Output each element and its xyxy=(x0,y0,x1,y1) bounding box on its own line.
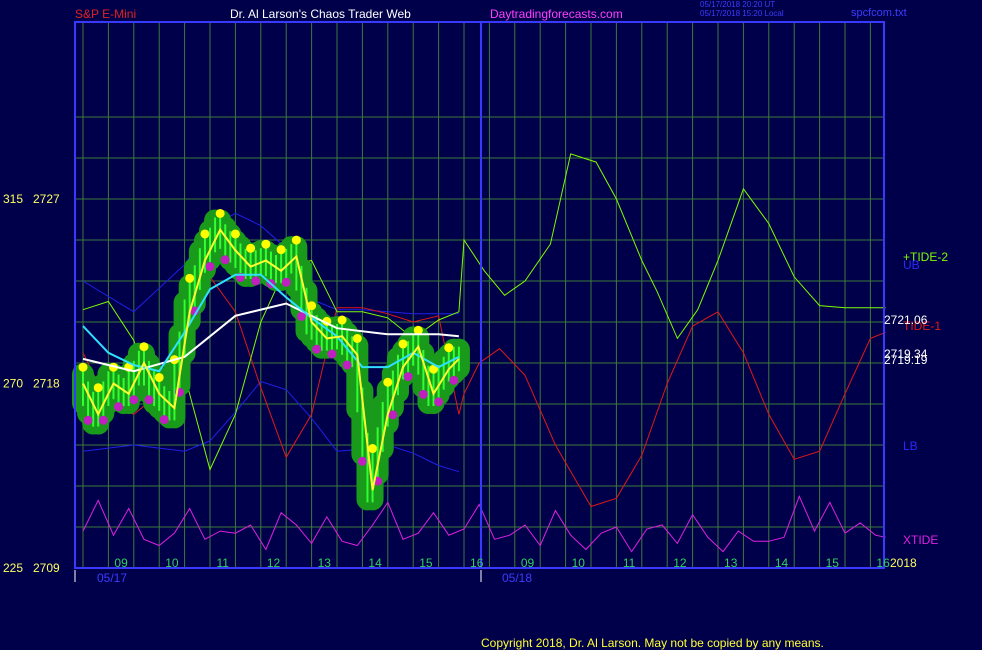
price-bars xyxy=(72,208,470,511)
timestamp-local: 05/17/2018 15:20 Local xyxy=(700,9,784,18)
x-tick-label: 13 xyxy=(318,556,332,570)
y-axis-ticks: 315 2727 270 2718 225 2709 xyxy=(3,192,60,575)
low-marker xyxy=(281,277,291,287)
low-marker xyxy=(144,395,154,405)
y-tick-left-label: 270 xyxy=(3,377,23,391)
low-marker xyxy=(449,375,459,385)
high-marker xyxy=(444,343,454,353)
low-marker xyxy=(418,389,428,399)
high-marker xyxy=(154,372,164,382)
high-marker xyxy=(78,362,88,372)
high-marker xyxy=(398,339,408,349)
x-tick-label: 11 xyxy=(623,556,636,570)
page-title: Dr. Al Larson's Chaos Trader Web xyxy=(230,7,411,21)
x-tick-label: 10 xyxy=(165,556,179,570)
x-tick-label: 16 xyxy=(470,556,484,570)
low-marker xyxy=(98,415,108,425)
low-marker xyxy=(205,262,215,272)
x-tick-label: 10 xyxy=(572,556,586,570)
x-tick-label: 14 xyxy=(368,556,382,570)
symbol-title: S&P E-Mini xyxy=(75,7,137,21)
value-label-1: 2721.06 xyxy=(884,313,928,327)
y-tick-left-label: 225 xyxy=(3,561,23,575)
filename: spcfcom.txt xyxy=(851,7,907,19)
low-marker xyxy=(159,415,169,425)
high-marker xyxy=(215,208,225,218)
series-lines xyxy=(82,153,886,553)
low-marker xyxy=(388,410,398,420)
x-tick-label: 09 xyxy=(114,556,128,570)
x-tick-label: 14 xyxy=(775,556,789,570)
high-marker xyxy=(291,235,301,245)
x-tick-label: 15 xyxy=(419,556,433,570)
low-marker xyxy=(342,360,352,370)
high-marker xyxy=(337,315,347,325)
lb-label: LB xyxy=(903,439,918,453)
ub-label: UB xyxy=(903,258,920,272)
series-tide1 xyxy=(82,275,886,508)
timestamp-utc: 05/17/2018 20:20 UT xyxy=(700,0,776,9)
high-marker xyxy=(368,444,378,454)
chart: 315 2727 270 2718 225 2709 09 10 11 12 13 14 15 16 09… xyxy=(3,21,890,582)
high-marker xyxy=(261,239,271,249)
high-marker xyxy=(230,229,240,239)
copyright: Copyright 2018, Dr. Al Larson. May not b… xyxy=(481,636,824,650)
year-label: 2018 xyxy=(890,556,917,570)
low-marker xyxy=(434,397,444,407)
y-tick-right-label: 2727 xyxy=(33,192,60,206)
low-marker xyxy=(220,255,230,265)
x-tick-label: 13 xyxy=(724,556,738,570)
low-marker xyxy=(251,276,261,286)
value-label-3: 2719.19 xyxy=(884,353,928,367)
series-xtide xyxy=(82,494,886,553)
x-tick-label: 11 xyxy=(216,556,229,570)
high-marker xyxy=(276,245,286,255)
x-tick-label: 16 xyxy=(876,556,890,570)
x-tick-label: 12 xyxy=(267,556,281,570)
date-label-day1: 05/17 xyxy=(97,571,128,585)
high-marker xyxy=(200,229,210,239)
high-marker xyxy=(352,334,362,343)
high-marker xyxy=(139,342,149,352)
y-tick-right-label: 2709 xyxy=(33,561,60,575)
series-tide2 xyxy=(82,153,886,472)
x-tick-label: 09 xyxy=(521,556,535,570)
date-label-day2: 05/18 xyxy=(502,571,533,585)
high-marker xyxy=(246,243,256,253)
low-marker xyxy=(312,344,322,354)
xtide-label: XTIDE xyxy=(903,533,939,547)
x-tick-label: 12 xyxy=(673,556,687,570)
low-marker xyxy=(403,372,413,382)
high-marker xyxy=(93,383,103,393)
low-marker xyxy=(129,395,139,405)
y-tick-left-label: 315 xyxy=(3,192,23,206)
high-marker xyxy=(383,377,393,387)
high-marker xyxy=(185,273,195,283)
low-marker xyxy=(357,456,367,466)
low-marker xyxy=(327,349,337,359)
site-link[interactable]: Daytradingforecasts.com xyxy=(490,7,623,21)
low-marker xyxy=(83,415,93,425)
low-marker xyxy=(114,402,124,412)
x-tick-label: 15 xyxy=(826,556,840,570)
y-tick-right-label: 2718 xyxy=(33,377,60,391)
